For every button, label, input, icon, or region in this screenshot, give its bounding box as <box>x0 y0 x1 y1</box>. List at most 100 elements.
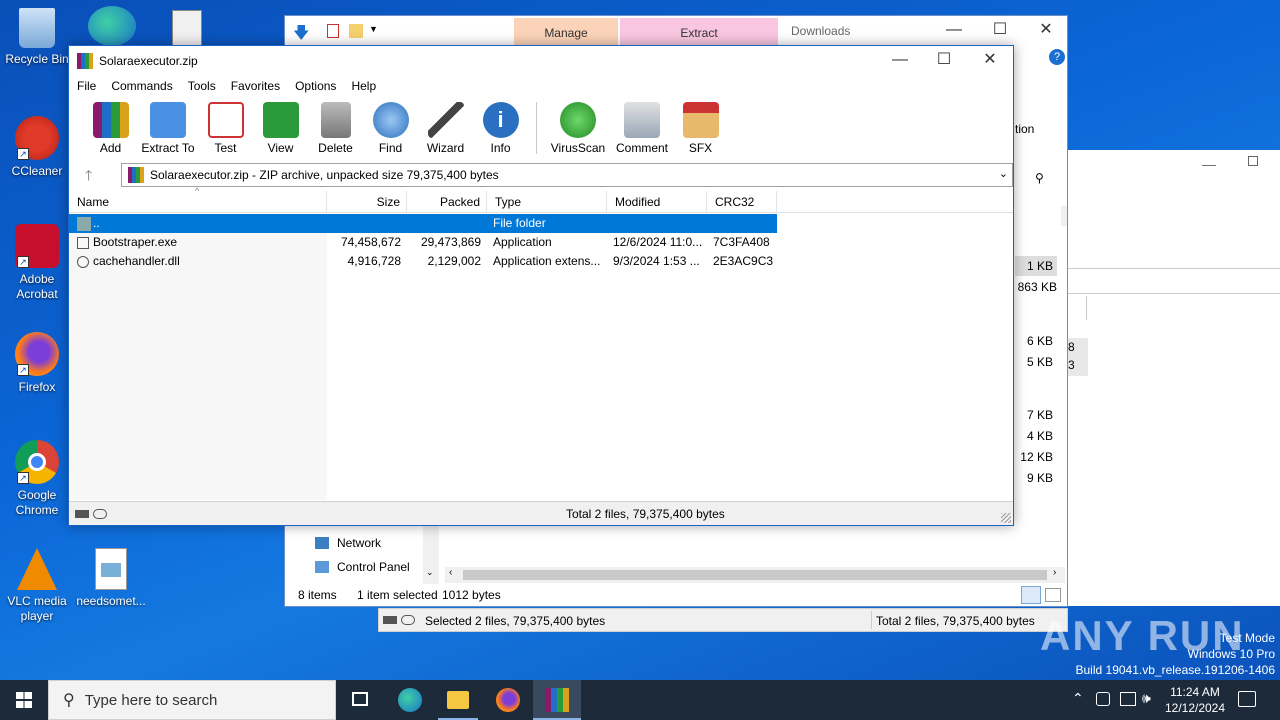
notifications-icon[interactable] <box>1238 691 1256 707</box>
scrollbar-up-arrow[interactable] <box>1061 206 1067 226</box>
taskbar-winrar[interactable] <box>533 680 581 720</box>
recycle-bin-icon <box>19 8 55 48</box>
help-icon[interactable]: ? <box>1049 49 1065 65</box>
volume-icon[interactable]: 🕪 <box>1142 690 1151 707</box>
column-crc32[interactable]: CRC32 <box>707 191 777 212</box>
add-button[interactable]: Add <box>83 102 138 155</box>
menu-favorites[interactable]: Favorites <box>231 79 280 93</box>
up-arrow-icon[interactable]: 🡑 <box>85 165 92 189</box>
minimize-icon[interactable]: — <box>1202 156 1216 172</box>
minimize-button[interactable]: — <box>931 16 977 46</box>
desktop-icon-ccleaner[interactable]: ↗ CCleaner <box>0 116 74 179</box>
nav-item-control-panel[interactable]: Control Panel <box>315 560 410 574</box>
resize-grip-icon[interactable] <box>1001 513 1011 523</box>
desktop-icon-vlc[interactable]: VLC media player <box>0 548 74 624</box>
desktop-icon-needsomet[interactable]: needsomet... <box>74 548 148 609</box>
start-button[interactable] <box>0 680 48 720</box>
wizard-button[interactable]: Wizard <box>418 102 473 155</box>
menu-options[interactable]: Options <box>295 79 336 93</box>
table-row[interactable]: Bootstraper.exe 74,458,672 29,473,869 Ap… <box>69 233 777 252</box>
status-bar: Total 2 files, 79,375,400 bytes <box>69 501 1013 525</box>
table-row[interactable]: cachehandler.dll 4,916,728 2,129,002 App… <box>69 252 777 271</box>
chevron-down-icon[interactable]: ▼ <box>369 24 378 34</box>
folder-extract-icon <box>150 102 186 138</box>
drive-icon <box>383 616 397 624</box>
taskbar-firefox[interactable] <box>484 680 532 720</box>
maximize-icon[interactable] <box>1248 156 1258 166</box>
scroll-left-icon[interactable]: ‹ <box>449 567 452 578</box>
archive-icon <box>128 167 144 183</box>
taskbar-file-explorer[interactable] <box>434 680 482 720</box>
table-row[interactable]: .. File folder <box>69 214 777 233</box>
crc-cell <box>707 214 777 233</box>
firefox-icon: ↗ <box>15 332 59 376</box>
desktop-icon-label: CCleaner <box>11 164 63 178</box>
tiles-view-icon[interactable] <box>1045 588 1061 602</box>
divider <box>871 611 872 629</box>
menu-file[interactable]: File <box>77 79 96 93</box>
maximize-button[interactable]: ☐ <box>977 16 1023 46</box>
close-button[interactable]: ✕ <box>967 46 1013 76</box>
size-cell <box>327 214 407 233</box>
desktop-icon-adobe-acrobat[interactable]: ↗ Adobe Acrobat <box>0 224 74 302</box>
toolbar-label: Find <box>378 141 403 155</box>
size-cell: 4 KB <box>1026 429 1053 443</box>
tab-extract[interactable]: Extract <box>620 18 778 46</box>
menu-tools[interactable]: Tools <box>188 79 216 93</box>
column-modified[interactable]: Modified <box>607 191 707 212</box>
column-size[interactable]: Size <box>327 191 407 212</box>
info-button[interactable]: i Info <box>473 102 528 155</box>
details-view-icon[interactable] <box>1021 586 1041 604</box>
edge-desktop-icon[interactable] <box>88 6 136 46</box>
taskbar-edge[interactable] <box>386 680 434 720</box>
system-tray-icon[interactable] <box>1096 692 1110 706</box>
path-dropdown[interactable]: Solaraexecutor.zip - ZIP archive, unpack… <box>121 163 1013 187</box>
search-box[interactable]: ⚲ Type here to search <box>48 680 336 720</box>
background-window: — 8 3 <box>1068 150 1280 606</box>
delete-button[interactable]: Delete <box>308 102 363 155</box>
test-button[interactable]: Test <box>198 102 253 155</box>
virusscan-button[interactable]: VirusScan <box>545 102 611 155</box>
size-cell: 6 KB <box>1026 334 1053 348</box>
close-button[interactable]: ✕ <box>1023 16 1069 46</box>
menu-help[interactable]: Help <box>351 79 376 93</box>
edge-icon <box>398 688 422 712</box>
clock[interactable]: 11:24 AM 12/12/2024 <box>1160 684 1230 716</box>
scroll-right-icon[interactable]: › <box>1053 567 1056 578</box>
comment-button[interactable]: Comment <box>611 102 673 155</box>
folder-icon[interactable] <box>349 24 363 38</box>
chevron-down-icon[interactable]: ⌄ <box>999 167 1008 180</box>
desktop-icon-firefox[interactable]: ↗ Firefox <box>0 332 74 395</box>
column-type[interactable]: Type <box>487 191 607 212</box>
show-hidden-icons-icon[interactable]: ⌃ <box>1072 690 1084 707</box>
tab-manage[interactable]: Manage <box>514 18 618 46</box>
sfx-button[interactable]: SFX <box>673 102 728 155</box>
winrar-window[interactable]: Solaraexecutor.zip — ☐ ✕ File Commands T… <box>68 45 1014 526</box>
shortcut-arrow-icon: ↗ <box>17 364 29 376</box>
task-view-button[interactable] <box>336 680 384 720</box>
network-icon[interactable] <box>1120 692 1136 706</box>
name-cell: cachehandler.dll <box>69 252 327 271</box>
minimize-button[interactable]: — <box>877 46 923 76</box>
maximize-button[interactable]: ☐ <box>921 46 967 76</box>
network-icon <box>315 537 329 549</box>
find-button[interactable]: Find <box>363 102 418 155</box>
nav-item-label: Network <box>337 536 382 550</box>
side-mark-text: 3 <box>1068 358 1075 372</box>
desktop-icon-google-chrome[interactable]: ↗ Google Chrome <box>0 440 74 518</box>
horizontal-scrollbar[interactable]: ‹ › <box>445 567 1065 583</box>
image-file-desktop-icon[interactable] <box>172 10 202 46</box>
desktop-icon-recycle-bin[interactable]: Recycle Bin <box>0 8 74 67</box>
column-packed[interactable]: Packed <box>407 191 487 212</box>
extract-to-button[interactable]: Extract To <box>138 102 198 155</box>
properties-icon[interactable] <box>327 24 339 38</box>
chevron-down-icon[interactable]: ⌄ <box>426 567 434 578</box>
ccleaner-icon: ↗ <box>15 116 59 160</box>
toolbar-separator <box>536 102 537 154</box>
search-icon[interactable]: ⚲ <box>1035 171 1044 185</box>
modified-cell: 12/6/2024 11:0... <box>613 235 703 249</box>
menu-commands[interactable]: Commands <box>111 79 172 93</box>
nav-item-network[interactable]: Network <box>315 536 381 550</box>
magnifier-icon <box>372 102 409 138</box>
view-button[interactable]: View <box>253 102 308 155</box>
